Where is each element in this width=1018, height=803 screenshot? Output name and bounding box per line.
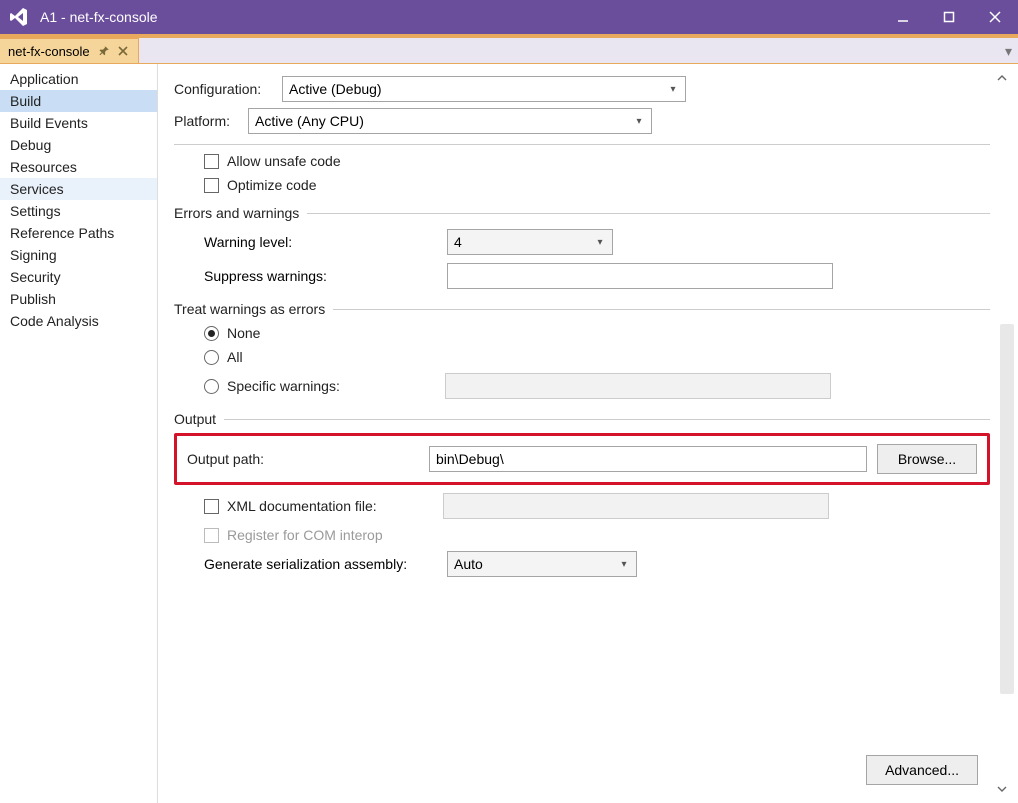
- sidebar-item-build[interactable]: Build: [0, 90, 157, 112]
- document-tab-label: net-fx-console: [8, 44, 90, 59]
- treat-specific-input[interactable]: [445, 373, 831, 399]
- platform-dropdown[interactable]: Active (Any CPU) ▾: [248, 108, 652, 134]
- xml-doc-input[interactable]: [443, 493, 829, 519]
- project-properties-sidebar: Application Build Build Events Debug Res…: [0, 64, 158, 803]
- tab-overflow-icon[interactable]: ▾: [1005, 38, 1012, 64]
- document-tab-net-fx-console[interactable]: net-fx-console: [0, 38, 139, 63]
- visual-studio-logo-icon: [6, 4, 32, 30]
- treat-all-label: All: [227, 349, 243, 365]
- close-button[interactable]: [972, 0, 1018, 34]
- sidebar-item-application[interactable]: Application: [0, 68, 157, 90]
- sidebar-item-resources[interactable]: Resources: [0, 156, 157, 178]
- sidebar-item-services[interactable]: Services: [0, 178, 157, 200]
- chevron-down-icon: ▾: [594, 237, 606, 248]
- sidebar-item-settings[interactable]: Settings: [0, 200, 157, 222]
- configuration-label: Configuration:: [174, 81, 274, 97]
- allow-unsafe-checkbox[interactable]: [204, 154, 219, 169]
- xml-doc-checkbox[interactable]: [204, 499, 219, 514]
- output-heading: Output: [174, 411, 216, 427]
- warning-level-label: Warning level:: [204, 234, 439, 250]
- build-settings-pane: Configuration: Active (Debug) ▾ Platform…: [158, 64, 1018, 803]
- scroll-up-icon[interactable]: [994, 70, 1010, 86]
- sidebar-item-debug[interactable]: Debug: [0, 134, 157, 156]
- allow-unsafe-label: Allow unsafe code: [227, 153, 341, 169]
- treat-all-radio[interactable]: [204, 350, 219, 365]
- separator: [174, 144, 990, 145]
- gen-serialization-value: Auto: [454, 556, 618, 572]
- gen-serialization-dropdown[interactable]: Auto ▾: [447, 551, 637, 577]
- suppress-warnings-label: Suppress warnings:: [204, 268, 439, 284]
- window-controls: [880, 0, 1018, 34]
- output-path-highlight: Output path: Browse...: [174, 433, 990, 485]
- window-title: A1 - net-fx-console: [40, 9, 158, 25]
- pin-icon[interactable]: [96, 44, 110, 58]
- vertical-scrollbar[interactable]: [1000, 324, 1014, 694]
- titlebar: A1 - net-fx-console: [0, 0, 1018, 34]
- sidebar-item-signing[interactable]: Signing: [0, 244, 157, 266]
- output-path-input[interactable]: [429, 446, 867, 472]
- configuration-dropdown[interactable]: Active (Debug) ▾: [282, 76, 686, 102]
- gen-serialization-label: Generate serialization assembly:: [204, 556, 439, 572]
- minimize-button[interactable]: [880, 0, 926, 34]
- sidebar-item-code-analysis[interactable]: Code Analysis: [0, 310, 157, 332]
- sidebar-item-security[interactable]: Security: [0, 266, 157, 288]
- sidebar-item-reference-paths[interactable]: Reference Paths: [0, 222, 157, 244]
- sidebar-item-publish[interactable]: Publish: [0, 288, 157, 310]
- suppress-warnings-input[interactable]: [447, 263, 833, 289]
- treat-warnings-section: Treat warnings as errors: [174, 301, 990, 317]
- errors-warnings-section: Errors and warnings: [174, 205, 990, 221]
- chevron-down-icon: ▾: [667, 84, 679, 95]
- advanced-button[interactable]: Advanced...: [866, 755, 978, 785]
- body: Application Build Build Events Debug Res…: [0, 64, 1018, 803]
- optimize-code-checkbox[interactable]: [204, 178, 219, 193]
- scroll-down-icon[interactable]: [994, 781, 1010, 797]
- treat-warnings-heading: Treat warnings as errors: [174, 301, 325, 317]
- com-interop-checkbox: [204, 528, 219, 543]
- treat-none-radio[interactable]: [204, 326, 219, 341]
- errors-warnings-heading: Errors and warnings: [174, 205, 299, 221]
- platform-label: Platform:: [174, 113, 240, 129]
- output-section: Output: [174, 411, 990, 427]
- warning-level-value: 4: [454, 234, 594, 250]
- chevron-down-icon: ▾: [633, 116, 645, 127]
- treat-none-label: None: [227, 325, 260, 341]
- browse-button[interactable]: Browse...: [877, 444, 977, 474]
- configuration-value: Active (Debug): [289, 81, 667, 97]
- warning-level-dropdown[interactable]: 4 ▾: [447, 229, 613, 255]
- com-interop-label: Register for COM interop: [227, 527, 383, 543]
- treat-specific-radio[interactable]: [204, 379, 219, 394]
- output-path-label: Output path:: [187, 451, 419, 467]
- optimize-code-label: Optimize code: [227, 177, 316, 193]
- platform-value: Active (Any CPU): [255, 113, 633, 129]
- chevron-down-icon: ▾: [618, 559, 630, 570]
- xml-doc-label: XML documentation file:: [227, 498, 435, 514]
- sidebar-item-build-events[interactable]: Build Events: [0, 112, 157, 134]
- treat-specific-label: Specific warnings:: [227, 378, 437, 394]
- close-tab-icon[interactable]: [116, 44, 130, 58]
- maximize-button[interactable]: [926, 0, 972, 34]
- document-tabstrip: net-fx-console ▾: [0, 38, 1018, 64]
